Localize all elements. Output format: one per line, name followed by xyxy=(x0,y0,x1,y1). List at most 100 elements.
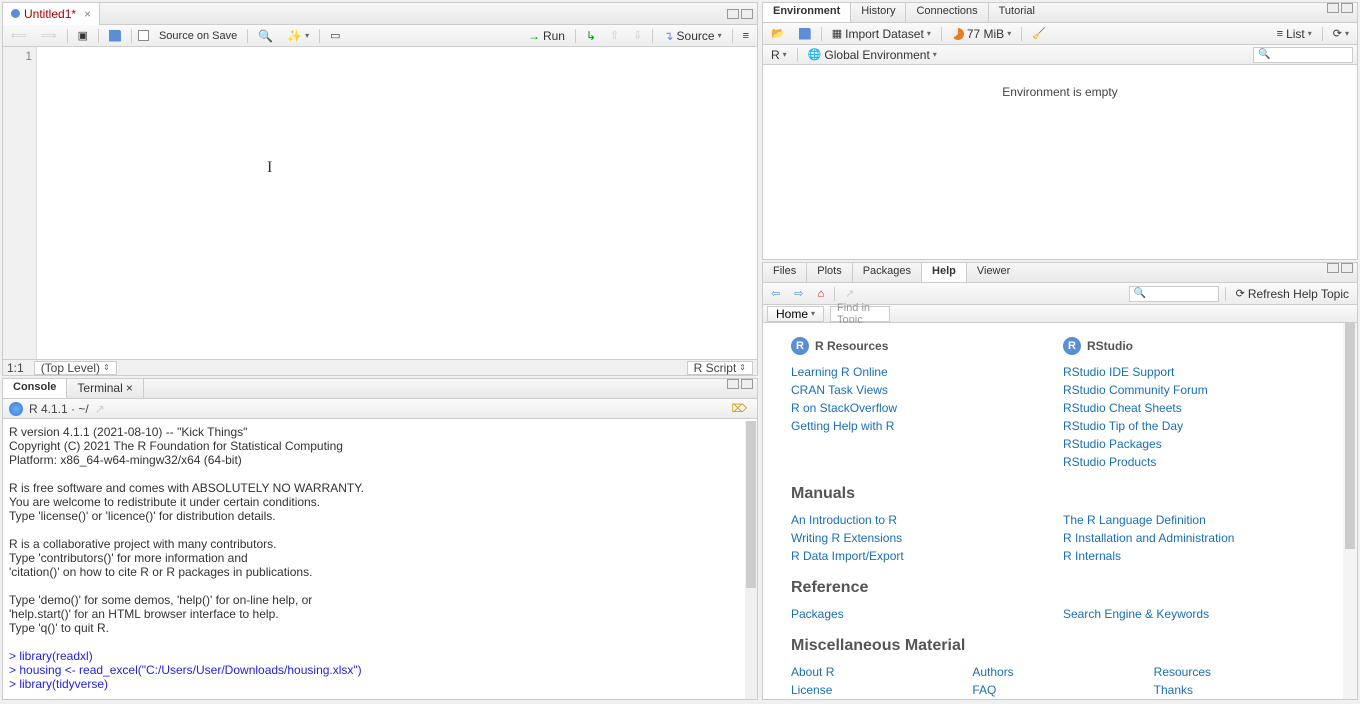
close-icon[interactable]: × xyxy=(126,381,133,395)
tab-packages[interactable]: Packages xyxy=(853,263,922,282)
link[interactable]: The R Language Definition xyxy=(1063,511,1315,529)
code-editor[interactable]: I xyxy=(37,47,757,359)
env-search-input[interactable]: 🔍 xyxy=(1253,47,1353,63)
link[interactable]: FAQ xyxy=(972,681,1133,699)
link[interactable]: RStudio Community Forum xyxy=(1063,381,1315,399)
link[interactable]: Search Engine & Keywords xyxy=(1063,605,1315,623)
import-dataset-button[interactable]: ▦ Import Dataset ▾ xyxy=(828,26,935,42)
outline-button[interactable]: ≡ xyxy=(739,29,753,43)
clear-console-button[interactable]: ⌦ xyxy=(727,401,751,416)
scrollbar[interactable] xyxy=(745,421,757,699)
source-on-save-label[interactable]: Source on Save xyxy=(155,29,241,43)
language-selector[interactable]: R Script⇕ xyxy=(687,361,753,375)
link[interactable]: An Introduction to R xyxy=(791,511,1043,529)
console-pane: Console Terminal × R 4.1.1 · ~/ ↗ ⌦ R ve… xyxy=(2,378,758,700)
memory-usage[interactable]: 77 MiB ▾ xyxy=(948,26,1015,42)
source-on-save-checkbox[interactable] xyxy=(138,30,149,41)
minimize-button[interactable] xyxy=(1327,3,1339,13)
help-popout-button[interactable]: ↗ xyxy=(841,286,858,301)
link[interactable]: RStudio Packages xyxy=(1063,435,1315,453)
popout-icon[interactable]: ↗ xyxy=(95,402,105,416)
compile-report-button[interactable]: ▭ xyxy=(326,28,344,43)
help-forward-button[interactable]: ⇨ xyxy=(790,286,807,301)
console-command: > library(tidyverse) xyxy=(9,677,108,691)
go-down-button[interactable]: ⇩ xyxy=(629,28,646,43)
tab-connections[interactable]: Connections xyxy=(906,3,988,22)
minimize-button[interactable] xyxy=(1327,263,1339,273)
find-in-topic-input[interactable]: Find in Topic xyxy=(830,306,890,322)
find-button[interactable]: 🔍 xyxy=(254,28,277,44)
source-button[interactable]: ↴Source▾ xyxy=(659,28,725,44)
tab-console[interactable]: Console xyxy=(3,379,67,398)
tab-files[interactable]: Files xyxy=(763,263,807,282)
env-scope-bar: R ▾ 🌐 Global Environment ▾ 🔍 xyxy=(763,45,1357,65)
refresh-button[interactable]: ⟳▾ xyxy=(1329,26,1353,41)
scrollbar-thumb[interactable] xyxy=(1345,323,1355,549)
link[interactable]: Getting Help with R xyxy=(791,417,1043,435)
link[interactable]: RStudio Products xyxy=(1063,453,1315,471)
minimize-button[interactable] xyxy=(727,379,739,389)
disk-icon xyxy=(799,28,811,40)
line-gutter: 1 xyxy=(3,47,37,359)
link[interactable]: About R xyxy=(791,663,952,681)
link[interactable]: R Internals xyxy=(1063,547,1315,565)
link[interactable]: R Data Import/Export xyxy=(791,547,1043,565)
env-body: Environment is empty xyxy=(763,65,1357,259)
code-tools-button[interactable]: ✨▾ xyxy=(283,28,313,44)
clear-objects-button[interactable]: 🧹 xyxy=(1028,26,1050,41)
tab-environment[interactable]: Environment xyxy=(763,3,851,22)
forward-button[interactable]: ⟹ xyxy=(37,28,61,43)
help-search-input[interactable]: 🔍 xyxy=(1129,286,1219,302)
load-workspace-button[interactable]: 📂 xyxy=(767,26,789,41)
maximize-button[interactable] xyxy=(1341,263,1353,273)
link[interactable]: License xyxy=(791,681,952,699)
source-tab-untitled[interactable]: Untitled1* × xyxy=(3,3,100,25)
link[interactable]: Learning R Online xyxy=(791,363,1043,381)
link[interactable]: Authors xyxy=(972,663,1133,681)
env-scope-selector[interactable]: 🌐 Global Environment ▾ xyxy=(804,47,941,63)
link[interactable]: Thanks xyxy=(1154,681,1315,699)
maximize-button[interactable] xyxy=(1341,3,1353,13)
disk-icon xyxy=(109,30,121,42)
tab-plots[interactable]: Plots xyxy=(807,263,852,282)
scrollbar[interactable] xyxy=(1343,323,1357,699)
maximize-button[interactable] xyxy=(741,9,753,19)
rerun-button[interactable]: ↳ xyxy=(582,28,600,44)
help-locbar: Home▾ Find in Topic xyxy=(763,305,1357,323)
link[interactable]: RStudio IDE Support xyxy=(1063,363,1315,381)
save-button[interactable] xyxy=(105,29,125,43)
link[interactable]: Writing R Extensions xyxy=(791,529,1043,547)
link[interactable]: RStudio Cheat Sheets xyxy=(1063,399,1315,417)
minimize-button[interactable] xyxy=(727,9,739,19)
help-home-button[interactable]: ⌂ xyxy=(813,287,828,301)
back-button[interactable]: ⟸ xyxy=(7,28,31,43)
link[interactable]: Packages xyxy=(791,605,1043,623)
tab-terminal[interactable]: Terminal × xyxy=(67,379,143,398)
tab-viewer[interactable]: Viewer xyxy=(967,263,1020,282)
tab-tutorial[interactable]: Tutorial xyxy=(989,3,1045,22)
tab-help[interactable]: Help xyxy=(922,263,967,282)
tab-history[interactable]: History xyxy=(851,3,906,22)
help-content[interactable]: RR Resources Learning R Online CRAN Task… xyxy=(763,323,1343,699)
run-button[interactable]: →Run xyxy=(524,28,569,44)
console-output[interactable]: R version 4.1.1 (2021-08-10) -- "Kick Th… xyxy=(3,421,757,699)
link[interactable]: CRAN Task Views xyxy=(791,381,1043,399)
source-tab-label: Untitled1* xyxy=(24,7,76,21)
help-back-button[interactable]: ⇦ xyxy=(767,286,784,301)
link[interactable]: Resources xyxy=(1154,663,1315,681)
scrollbar-thumb[interactable] xyxy=(746,421,756,588)
save-workspace-button[interactable] xyxy=(795,27,815,41)
link[interactable]: R on StackOverflow xyxy=(791,399,1043,417)
help-home-dropdown[interactable]: Home▾ xyxy=(767,306,824,322)
show-in-new-window-button[interactable]: ▣ xyxy=(74,28,92,43)
link[interactable]: RStudio Tip of the Day xyxy=(1063,417,1315,435)
link[interactable]: R Installation and Administration xyxy=(1063,529,1315,547)
language-scope-selector[interactable]: R ▾ xyxy=(767,47,791,63)
refresh-help-button[interactable]: ⟳ Refresh Help Topic xyxy=(1232,286,1353,302)
go-up-button[interactable]: ⇧ xyxy=(606,28,623,43)
view-mode-selector[interactable]: ≡ List ▾ xyxy=(1273,26,1316,42)
scope-selector[interactable]: (Top Level)⇕ xyxy=(34,361,117,375)
rstudio-badge-icon: R xyxy=(1063,337,1081,355)
close-icon[interactable]: × xyxy=(84,7,91,21)
maximize-button[interactable] xyxy=(741,379,753,389)
